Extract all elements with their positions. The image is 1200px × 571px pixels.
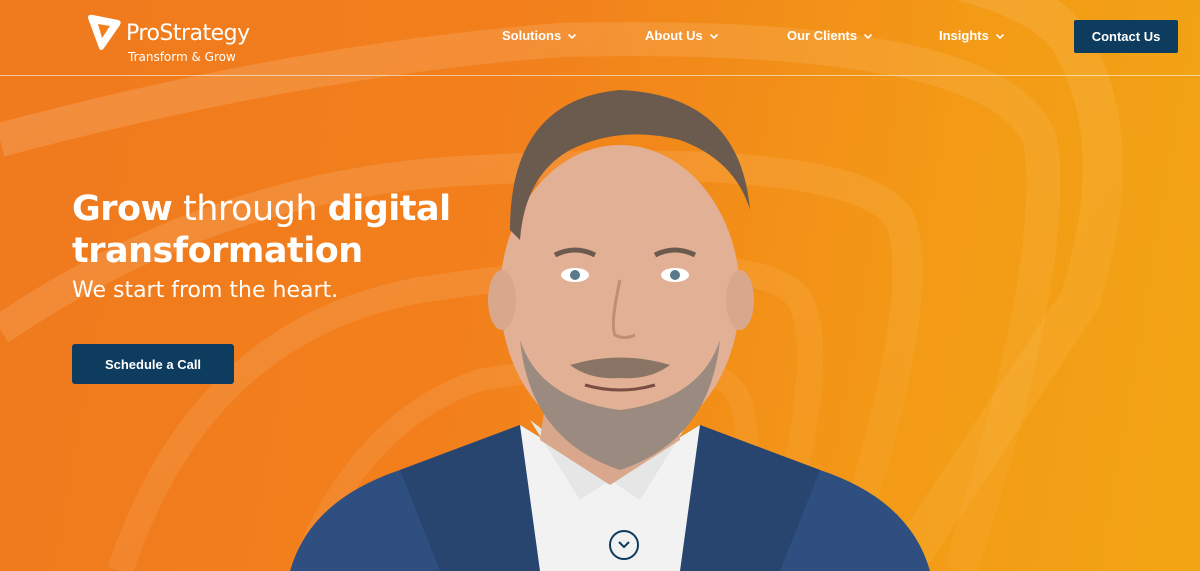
brand-name: ProStrategy [126, 21, 250, 46]
chevron-down-icon [568, 33, 577, 39]
chevron-down-icon [864, 33, 873, 39]
headline-grow: Grow [72, 189, 173, 229]
nav-item-label: About Us [645, 28, 703, 43]
nav-item-about-us[interactable]: About Us [645, 28, 719, 43]
nav-item-label: Our Clients [787, 28, 858, 43]
triangle-logo-icon [88, 14, 121, 51]
site-header: ProStrategy Transform & Grow Solutions A… [0, 0, 1200, 76]
brand-tagline: Transform & Grow [128, 50, 236, 64]
chevron-down-icon [995, 33, 1004, 39]
headline-transformation: transformation [72, 231, 363, 271]
headline-through: through [172, 189, 328, 229]
nav-item-our-clients[interactable]: Our Clients [787, 28, 873, 43]
schedule-call-button[interactable]: Schedule a Call [72, 344, 234, 384]
chevron-down-icon [709, 33, 718, 39]
nav-item-insights[interactable]: Insights [939, 28, 1005, 43]
scroll-down-button[interactable] [609, 530, 639, 560]
nav-item-solutions[interactable]: Solutions [502, 28, 577, 43]
hero-section: Grow through digital transformation We s… [72, 188, 492, 303]
headline-digital: digital [327, 189, 451, 229]
contact-us-button[interactable]: Contact Us [1074, 20, 1178, 53]
hero-portrait [290, 90, 930, 571]
chevron-down-circle-icon [618, 541, 630, 549]
brand-logo[interactable]: ProStrategy Transform & Grow [84, 12, 254, 66]
nav-item-label: Solutions [502, 28, 562, 43]
nav-item-label: Insights [939, 28, 989, 43]
hero-subheading: We start from the heart. [72, 278, 339, 303]
hero-headline: Grow through digital transformation [72, 188, 492, 272]
